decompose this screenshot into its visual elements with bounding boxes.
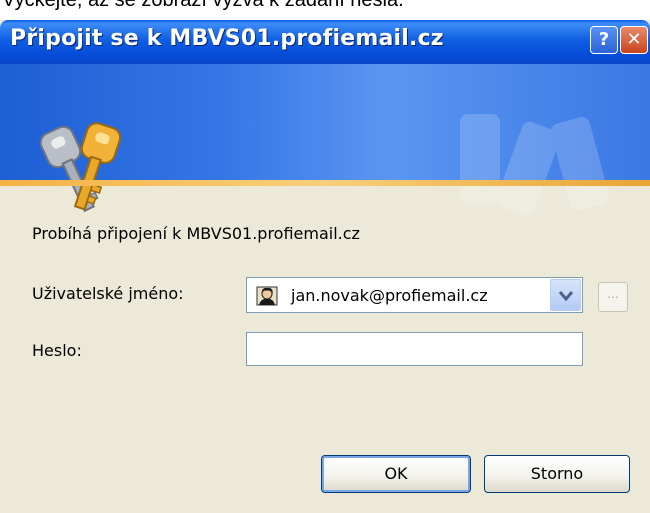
user-avatar-icon bbox=[256, 286, 278, 306]
keys-icon bbox=[39, 122, 122, 213]
help-button[interactable]: ? bbox=[590, 26, 618, 54]
keys-watermark-icon bbox=[460, 114, 610, 216]
background-instruction-text: Vyčkejte, až se zobrazí výzva k zadání h… bbox=[2, 0, 404, 11]
ok-button[interactable]: OK bbox=[321, 455, 471, 493]
cancel-button[interactable]: Storno bbox=[484, 455, 630, 493]
background-instruction: Vyčkejte, až se zobrazí výzva k zadání h… bbox=[0, 0, 650, 22]
title-bar[interactable]: Připojit se k MBVS01.profiemail.cz ? ✕ bbox=[0, 20, 650, 64]
banner bbox=[0, 64, 650, 216]
username-value: jan.novak@profiemail.cz bbox=[291, 286, 488, 305]
password-label: Heslo: bbox=[32, 341, 82, 360]
browse-button[interactable]: ... bbox=[598, 282, 628, 312]
close-button[interactable]: ✕ bbox=[620, 26, 648, 54]
password-input[interactable] bbox=[246, 332, 583, 366]
banner-accent-line bbox=[0, 180, 650, 186]
chevron-down-icon bbox=[558, 291, 574, 302]
connect-dialog: Připojit se k MBVS01.profiemail.cz ? ✕ P… bbox=[0, 20, 650, 513]
connection-status: Probíhá připojení k MBVS01.profiemail.cz bbox=[32, 224, 360, 243]
dialog-title: Připojit se k MBVS01.profiemail.cz bbox=[10, 26, 444, 51]
username-dropdown-button[interactable] bbox=[550, 279, 581, 311]
username-combobox[interactable]: jan.novak@profiemail.cz bbox=[246, 277, 583, 313]
username-label: Uživatelské jméno: bbox=[32, 284, 184, 303]
